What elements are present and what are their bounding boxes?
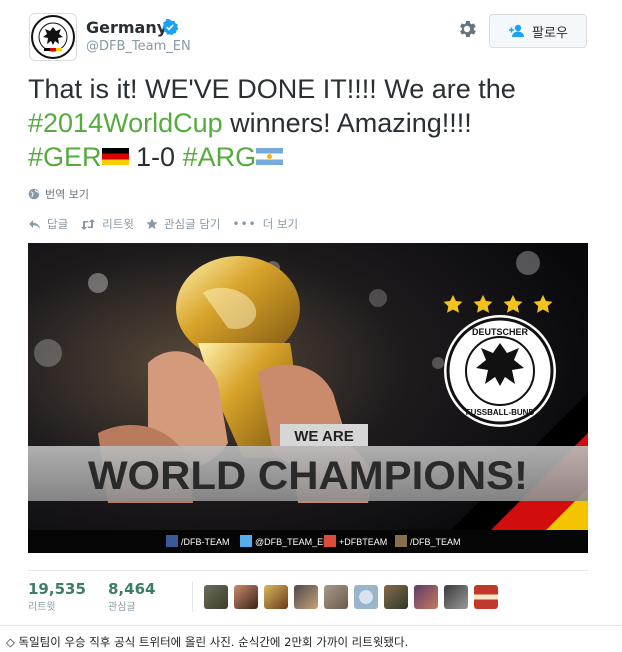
user-avatar[interactable] [444, 585, 468, 609]
retweet-count-label: 리트윗 [28, 602, 56, 613]
follow-button[interactable]: 팔로우 [489, 14, 587, 48]
translate-link[interactable]: 번역 보기 [28, 186, 89, 202]
stats-divider [28, 570, 588, 571]
profile-handle[interactable]: @DFB_Team_EN [86, 39, 191, 54]
dfb-crest-logo: DEUTSCHER FUSSBALL-BUND [444, 315, 556, 427]
favorite-label: 관심글 담기 [163, 217, 221, 231]
reply-label: 답글 [47, 217, 69, 231]
germany-flag-icon [101, 147, 129, 165]
hashtag-ger[interactable]: #GER [28, 142, 102, 172]
hashtag-worldcup[interactable]: #2014WorldCup [28, 108, 223, 138]
tweet-text: That is it! WE'VE DONE IT!!!! We are the… [28, 72, 598, 174]
googleplus-icon [324, 535, 336, 547]
retweet-action[interactable]: 리트윗 [80, 216, 134, 232]
stats-vertical-divider [192, 582, 193, 612]
tweet-line-2: #2014WorldCup winners! Amazing!!!! [28, 106, 598, 140]
gear-icon[interactable] [456, 18, 478, 40]
more-action[interactable]: ••• 더 보기 [232, 216, 298, 232]
tweet-actions: 답글 리트윗 관심글 담기 ••• 더 보기 [28, 216, 310, 232]
argentina-flag-icon [256, 147, 284, 165]
facebook-icon [166, 535, 178, 547]
star-icon [146, 218, 158, 229]
add-user-icon [509, 24, 525, 37]
world-champions-graphic: WE ARE WORLD CHAMPIONS! DEUTSCHER FUSSBA… [28, 243, 588, 553]
instagram-icon [395, 535, 407, 547]
user-avatar[interactable] [384, 585, 408, 609]
user-avatar[interactable] [354, 585, 378, 609]
follow-label: 팔로우 [532, 25, 568, 41]
tweet-line-2-rest: winners! Amazing!!!! [222, 108, 472, 138]
crest-top-text: DEUTSCHER [472, 327, 529, 337]
favorite-count-label: 관심글 [108, 602, 136, 613]
tweet-line-1: That is it! WE'VE DONE IT!!!! We are the [28, 74, 516, 104]
social-instagram-text: /DFB_TEAM [410, 537, 461, 547]
verified-badge-icon [162, 19, 178, 35]
favorite-count[interactable]: 8,464 관심글 [108, 580, 155, 613]
profile-name[interactable]: Germany [86, 18, 167, 37]
social-facebook-text: /DFB-TEAM [181, 537, 230, 547]
social-googleplus-text: +DFBTEAM [339, 537, 387, 547]
reply-action[interactable]: 답글 [28, 216, 68, 232]
user-avatar[interactable] [294, 585, 318, 609]
user-avatar[interactable] [414, 585, 438, 609]
twitter-icon [240, 535, 252, 547]
match-score: 1-0 [128, 142, 183, 172]
hashtag-arg[interactable]: #ARG [183, 142, 257, 172]
more-label: 더 보기 [262, 217, 299, 231]
tweet-line-3: #GER 1-0 #ARG [28, 140, 598, 174]
photo-caption: ◇ 독일팀이 우승 직후 공식 트위터에 올린 사진. 순식간에 2만회 가까이… [6, 635, 409, 649]
user-avatar[interactable] [264, 585, 288, 609]
user-avatar[interactable] [474, 585, 498, 609]
world-champions-headline: WORLD CHAMPIONS! [88, 454, 528, 498]
user-avatar[interactable] [204, 585, 228, 609]
favoriter-avatars [204, 585, 498, 609]
retweet-icon [81, 218, 96, 230]
caption-divider [0, 625, 622, 626]
social-twitter-text: @DFB_TEAM_EN [255, 537, 330, 547]
dfb-crest-icon [31, 15, 75, 59]
user-avatar[interactable] [234, 585, 258, 609]
we-are-text: WE ARE [294, 428, 353, 445]
profile-avatar[interactable] [29, 13, 77, 61]
crest-bottom-text: FUSSBALL-BUND [466, 408, 535, 417]
reply-icon [29, 219, 40, 229]
favorite-action[interactable]: 관심글 담기 [146, 216, 221, 232]
social-strip: /DFB-TEAM @DFB_TEAM_EN +DFBTEAM /DFB_TEA… [166, 535, 461, 547]
favorite-count-value: 8,464 [108, 580, 156, 598]
translate-label: 번역 보기 [45, 188, 89, 201]
tweet-photo[interactable]: WE ARE WORLD CHAMPIONS! DEUTSCHER FUSSBA… [28, 243, 588, 553]
retweet-count-value: 19,535 [28, 580, 86, 598]
retweet-label: 리트윗 [102, 217, 134, 231]
user-avatar[interactable] [324, 585, 348, 609]
more-dots-icon: ••• [232, 217, 257, 231]
retweet-count[interactable]: 19,535 리트윗 [28, 580, 86, 613]
globe-icon [28, 188, 40, 200]
